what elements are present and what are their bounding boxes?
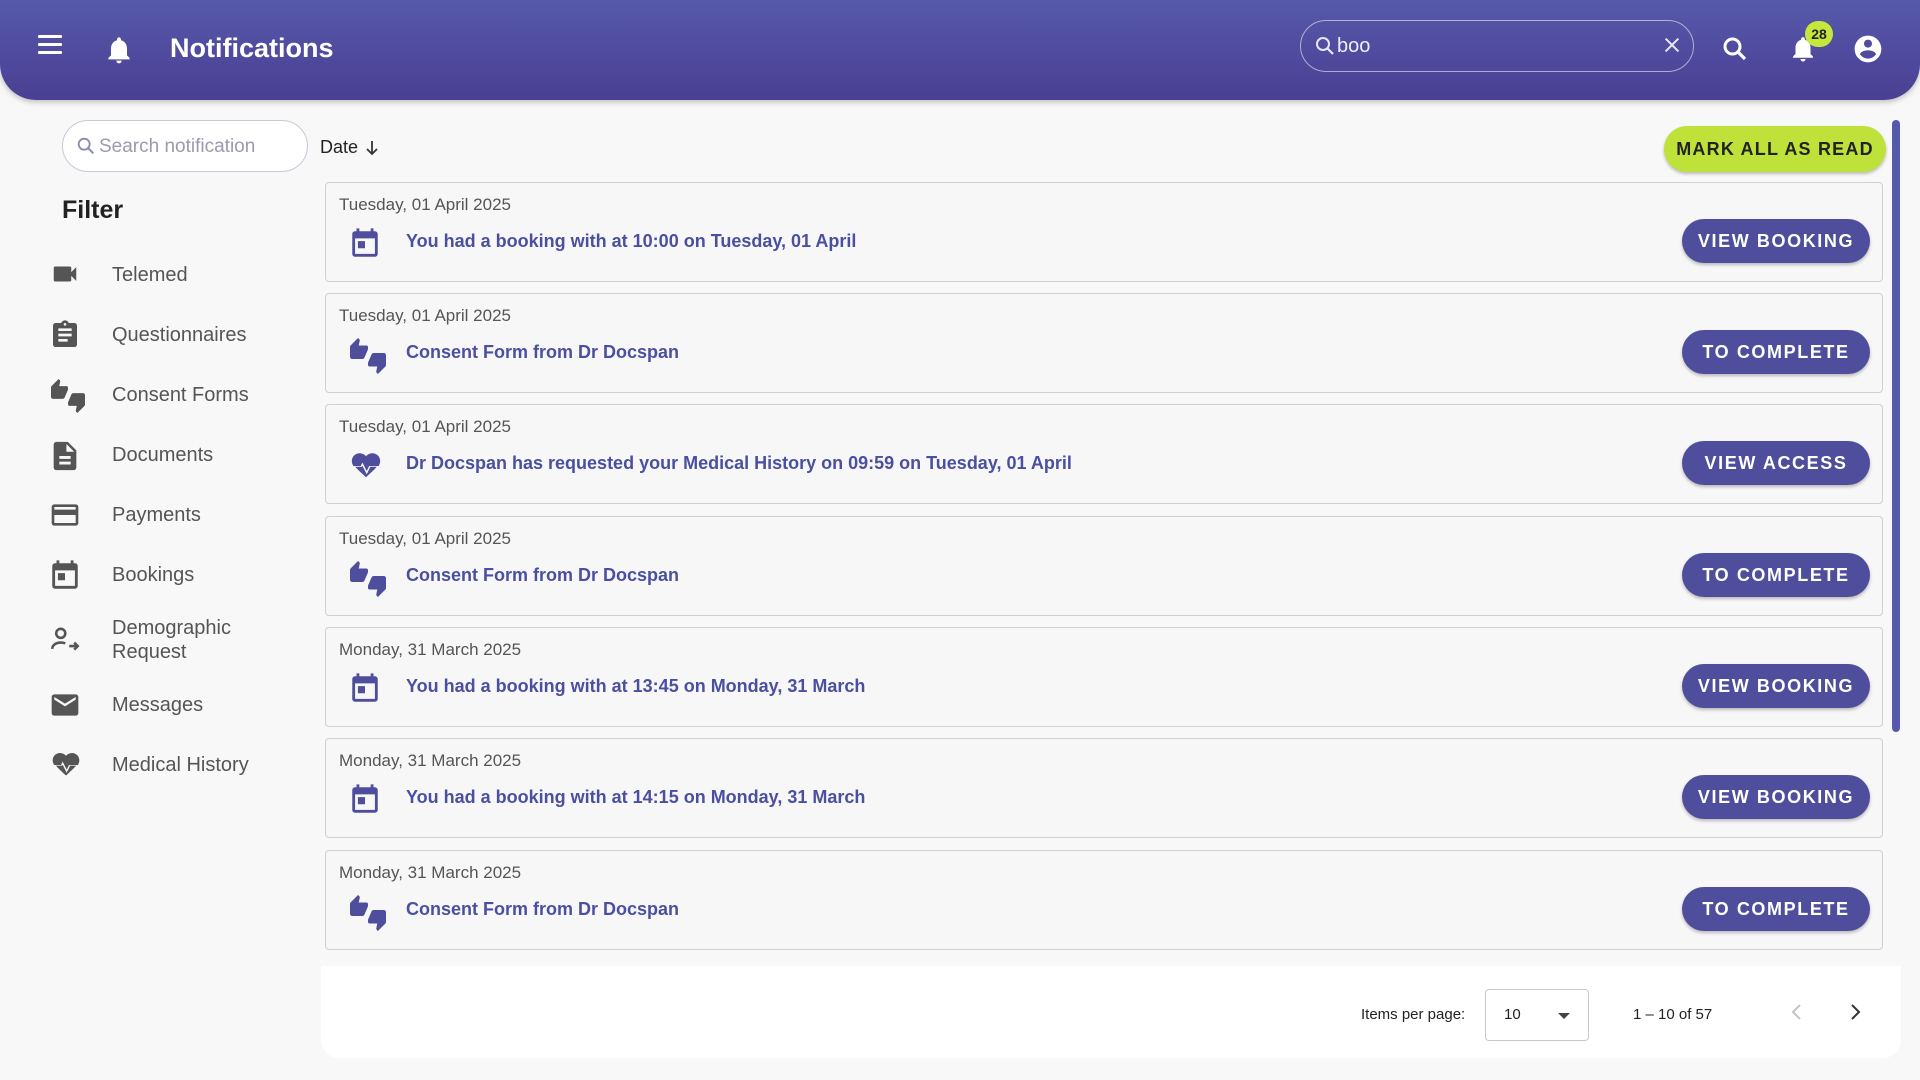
thumbs-up-down-icon xyxy=(348,561,388,597)
search-icon xyxy=(75,135,97,162)
previous-page-button[interactable] xyxy=(1785,1000,1809,1029)
paginator: Items per page: 10 1 – 10 of 57 xyxy=(321,966,1901,1058)
view-booking-button[interactable]: VIEW BOOKING xyxy=(1682,219,1870,263)
to-complete-button[interactable]: TO COMPLETE xyxy=(1682,330,1870,374)
global-search-input[interactable] xyxy=(1337,31,1637,61)
document-icon xyxy=(48,439,88,471)
filter-item-consent-forms[interactable]: Consent Forms xyxy=(48,373,308,417)
filter-label: Messages xyxy=(112,694,204,716)
arrow-down-icon xyxy=(366,141,378,156)
filter-item-messages[interactable]: Messages xyxy=(48,683,308,727)
filter-label: Consent Forms xyxy=(112,384,249,406)
filter-item-telemed[interactable]: Telemed xyxy=(48,253,308,297)
page-title: Notifications xyxy=(170,33,334,63)
notification-card[interactable]: Monday, 31 March 2025 You had a booking … xyxy=(325,627,1883,727)
sort-label: Date xyxy=(320,137,359,157)
filter-item-demographic-request[interactable]: Demographic Request xyxy=(48,612,308,668)
notification-card[interactable]: Monday, 31 March 2025 You had a booking … xyxy=(325,738,1883,838)
calendar-icon xyxy=(348,227,388,261)
search-icon xyxy=(1313,34,1337,63)
notification-search-input[interactable] xyxy=(99,133,299,161)
notification-card[interactable]: Tuesday, 01 April 2025 Consent Form from… xyxy=(325,516,1883,616)
person-arrow-icon xyxy=(48,622,88,654)
notification-message: Consent Form from Dr Docspan xyxy=(406,342,680,362)
credit-card-icon xyxy=(48,499,88,531)
chevron-right-icon xyxy=(1851,1004,1861,1020)
clipboard-icon xyxy=(48,319,88,351)
filter-label: Demographic Request xyxy=(112,617,231,663)
notification-date: Tuesday, 01 April 2025 xyxy=(339,195,512,214)
close-icon[interactable] xyxy=(1661,34,1683,61)
next-page-button[interactable] xyxy=(1843,1000,1867,1029)
search-icon[interactable] xyxy=(1720,34,1750,69)
sort-by-date[interactable]: Date xyxy=(320,137,380,158)
filter-item-bookings[interactable]: Bookings xyxy=(48,553,308,597)
envelope-icon xyxy=(48,689,88,721)
notification-message: You had a booking with at 13:45 on Monda… xyxy=(406,676,866,696)
chevron-down-icon xyxy=(1558,1013,1570,1019)
chevron-left-icon xyxy=(1791,1004,1801,1020)
notification-date: Monday, 31 March 2025 xyxy=(339,640,522,659)
notification-card[interactable]: Tuesday, 01 April 2025 You had a booking… xyxy=(325,182,1883,282)
filter-label: Telemed xyxy=(112,264,188,286)
filter-label: Bookings xyxy=(112,564,195,586)
items-per-page-select[interactable]: 10 xyxy=(1485,989,1589,1041)
notification-count-badge: 28 xyxy=(1805,21,1833,47)
notification-date: Tuesday, 01 April 2025 xyxy=(339,417,512,436)
list-scrollbar[interactable] xyxy=(1892,120,1900,732)
notification-message: You had a booking with at 10:00 on Tuesd… xyxy=(406,231,857,251)
notification-date: Monday, 31 March 2025 xyxy=(339,751,522,770)
notification-message: You had a booking with at 14:15 on Monda… xyxy=(406,787,866,807)
thumbs-up-down-icon xyxy=(348,895,388,931)
filter-title: Filter xyxy=(62,196,124,224)
notification-card[interactable]: Tuesday, 01 April 2025 Consent Form from… xyxy=(325,293,1883,393)
bell-icon xyxy=(103,32,135,73)
filter-item-payments[interactable]: Payments xyxy=(48,493,308,537)
filter-label: Documents xyxy=(112,444,214,466)
notification-date: Tuesday, 01 April 2025 xyxy=(339,306,512,325)
calendar-icon xyxy=(348,672,388,706)
view-booking-button[interactable]: VIEW BOOKING xyxy=(1682,664,1870,708)
app-header: Notifications 28 xyxy=(0,0,1920,100)
notification-message: Dr Docspan has requested your Medical Hi… xyxy=(406,453,1072,473)
view-booking-button[interactable]: VIEW BOOKING xyxy=(1682,775,1870,819)
to-complete-button[interactable]: TO COMPLETE xyxy=(1682,887,1870,931)
items-per-page-value: 10 xyxy=(1504,1006,1521,1023)
notification-card[interactable]: Tuesday, 01 April 2025 Dr Docspan has re… xyxy=(325,404,1883,504)
filter-item-documents[interactable]: Documents xyxy=(48,433,308,477)
page-range-label: 1 – 10 of 57 xyxy=(1633,1006,1713,1023)
heart-pulse-icon xyxy=(48,749,88,781)
notification-card[interactable]: Monday, 31 March 2025 Consent Form from … xyxy=(325,850,1883,950)
notification-date: Monday, 31 March 2025 xyxy=(339,863,522,882)
calendar-icon xyxy=(48,559,88,591)
filter-label: Payments xyxy=(112,504,201,526)
heart-pulse-icon xyxy=(348,449,388,483)
notification-message: Consent Form from Dr Docspan xyxy=(406,565,680,585)
filter-item-questionnaires[interactable]: Questionnaires xyxy=(48,313,308,357)
filter-label: Medical History xyxy=(112,754,249,776)
video-camera-icon xyxy=(48,259,88,291)
filter-label: Questionnaires xyxy=(112,324,247,346)
mark-all-as-read-button[interactable]: MARK ALL AS READ xyxy=(1664,126,1886,172)
items-per-page-label: Items per page: xyxy=(1361,1006,1466,1023)
global-search-field[interactable] xyxy=(1300,20,1694,72)
calendar-icon xyxy=(348,783,388,817)
notification-date: Tuesday, 01 April 2025 xyxy=(339,529,512,548)
view-access-button[interactable]: VIEW ACCESS xyxy=(1682,441,1870,485)
notification-message: Consent Form from Dr Docspan xyxy=(406,899,680,919)
thumbs-up-down-icon xyxy=(348,338,388,374)
account-circle-icon[interactable] xyxy=(1852,33,1884,70)
filter-item-medical-history[interactable]: Medical History xyxy=(48,743,308,787)
notification-search-field[interactable] xyxy=(62,120,308,172)
thumbs-up-down-icon xyxy=(48,379,88,413)
menu-icon[interactable] xyxy=(34,30,66,70)
to-complete-button[interactable]: TO COMPLETE xyxy=(1682,553,1870,597)
